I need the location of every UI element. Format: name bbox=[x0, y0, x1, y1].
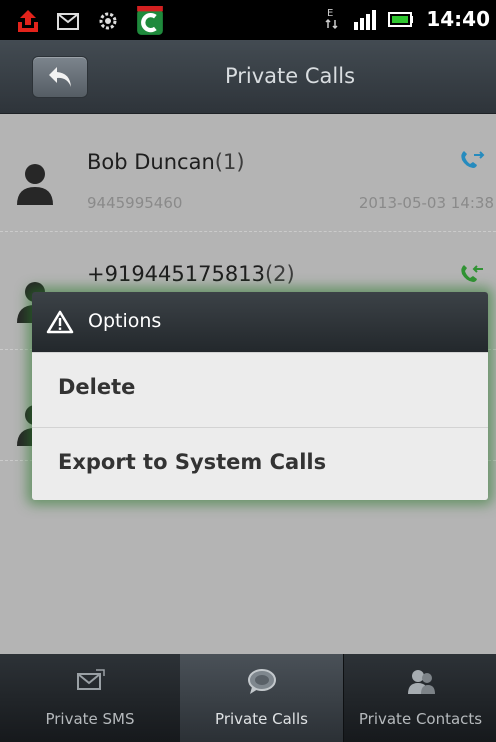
tab-label: Private SMS bbox=[45, 710, 135, 728]
export-to-system-calls-option[interactable]: Export to System Calls bbox=[32, 427, 488, 500]
battery-icon bbox=[388, 12, 414, 27]
status-time: 14:40 bbox=[426, 7, 490, 31]
svg-text:E: E bbox=[327, 8, 333, 19]
page-title: Private Calls bbox=[224, 64, 356, 88]
tab-private-calls[interactable]: Private Calls bbox=[180, 654, 343, 742]
signal-icon bbox=[354, 10, 377, 30]
comodo-app-icon bbox=[137, 6, 163, 35]
contacts-icon bbox=[407, 670, 435, 694]
tab-private-sms[interactable]: Private SMS bbox=[0, 654, 181, 742]
settings-icon bbox=[99, 12, 117, 30]
delete-option-label: Delete bbox=[58, 375, 136, 399]
red-upload-icon bbox=[18, 10, 38, 32]
message-icon bbox=[57, 13, 79, 30]
export-option-label: Export to System Calls bbox=[58, 450, 327, 474]
tab-private-contacts[interactable]: Private Contacts bbox=[343, 654, 496, 742]
bottom-tab-bar: Private SMS Private Calls Private Contac… bbox=[0, 654, 496, 742]
options-dialog: Options Delete Export to System Calls bbox=[32, 292, 488, 500]
warning-icon bbox=[46, 310, 74, 334]
status-notification-icons bbox=[16, 6, 164, 36]
status-system-icons: E 14:40 bbox=[324, 6, 490, 32]
delete-option[interactable]: Delete bbox=[32, 352, 488, 427]
tab-label: Private Contacts bbox=[358, 710, 483, 728]
data-arrows-icon: E bbox=[325, 8, 338, 30]
tab-label: Private Calls bbox=[215, 710, 308, 728]
sms-icon bbox=[77, 669, 105, 690]
calls-bubble-icon bbox=[247, 669, 276, 694]
dialog-title: Options bbox=[88, 310, 162, 332]
status-bar: E 14:40 bbox=[0, 0, 496, 40]
dialog-header: Options bbox=[32, 292, 488, 352]
